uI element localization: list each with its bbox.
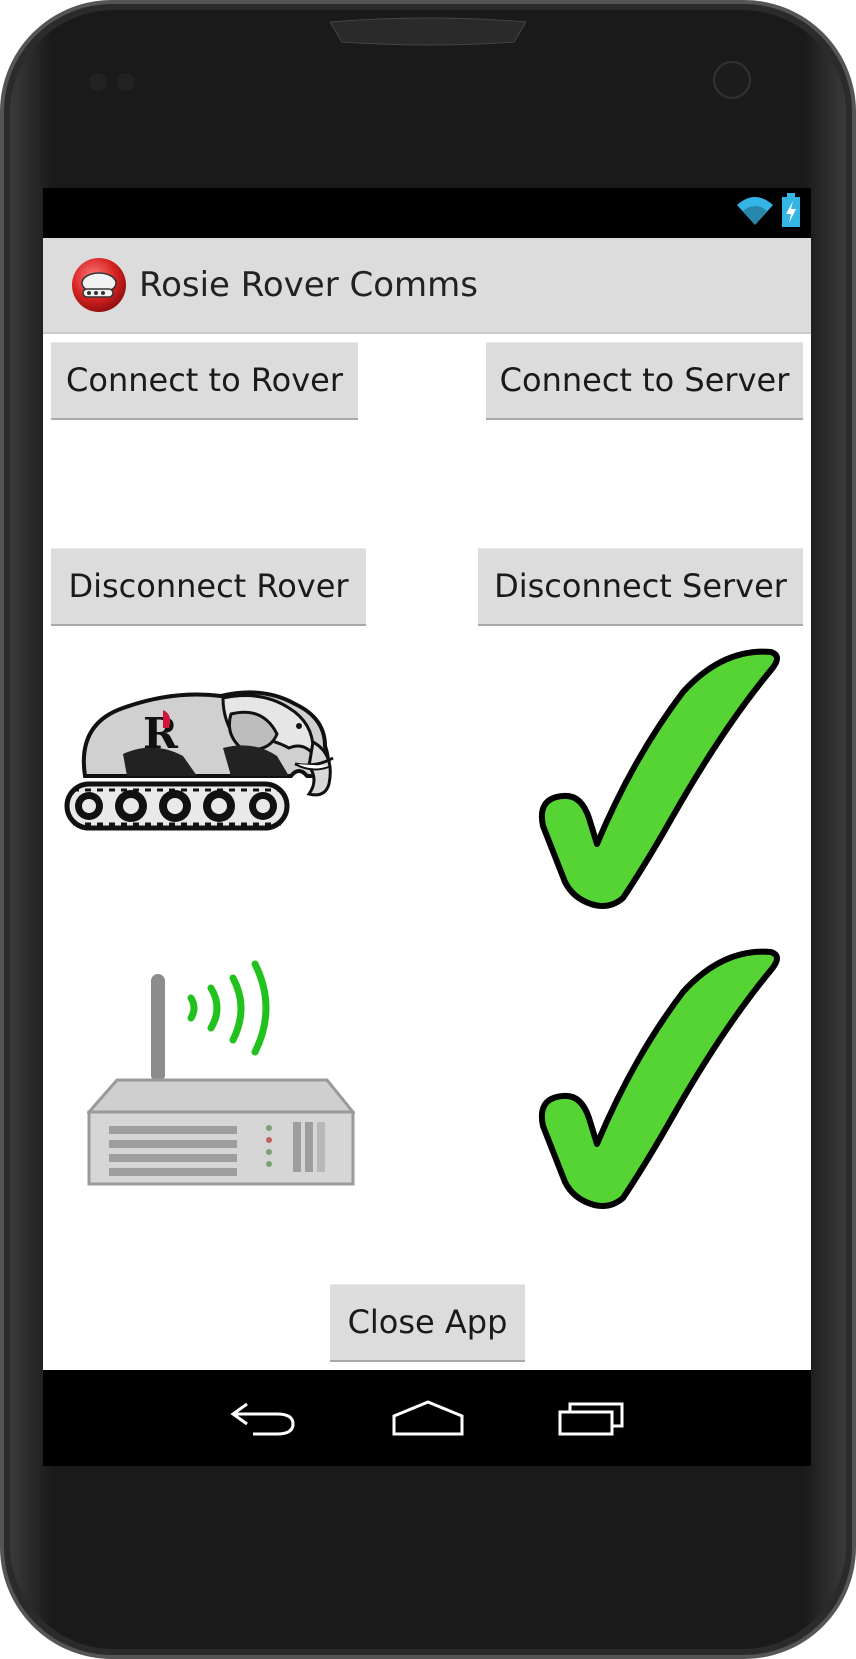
app-title: Rosie Rover Comms [139, 265, 479, 305]
wireless-router-icon [85, 958, 357, 1194]
recent-apps-icon[interactable] [551, 1394, 631, 1442]
main-content: Connect to Rover Connect to Server Disco… [43, 334, 811, 1370]
home-icon[interactable] [388, 1394, 468, 1442]
action-bar: Rosie Rover Comms [43, 238, 811, 334]
connect-rover-button[interactable]: Connect to Rover [51, 342, 358, 418]
back-icon[interactable] [224, 1394, 304, 1442]
connect-server-button[interactable]: Connect to Server [486, 342, 803, 418]
status-bar [43, 188, 811, 238]
status-icons [735, 192, 801, 232]
battery-charging-icon [781, 192, 801, 232]
screen: Rosie Rover Comms Connect to Rover Conne… [43, 188, 811, 1466]
wifi-icon [735, 193, 775, 232]
rover-status-checkmark-icon [533, 648, 783, 910]
elephant-tank-icon: R [63, 684, 343, 834]
svg-text:R: R [143, 709, 179, 758]
close-app-button[interactable]: Close App [330, 1284, 525, 1360]
server-status-checkmark-icon [533, 948, 783, 1210]
rosie-rover-logo-icon [71, 257, 127, 313]
disconnect-server-button[interactable]: Disconnect Server [478, 548, 803, 624]
disconnect-rover-button[interactable]: Disconnect Rover [51, 548, 366, 624]
navigation-bar [43, 1370, 811, 1466]
